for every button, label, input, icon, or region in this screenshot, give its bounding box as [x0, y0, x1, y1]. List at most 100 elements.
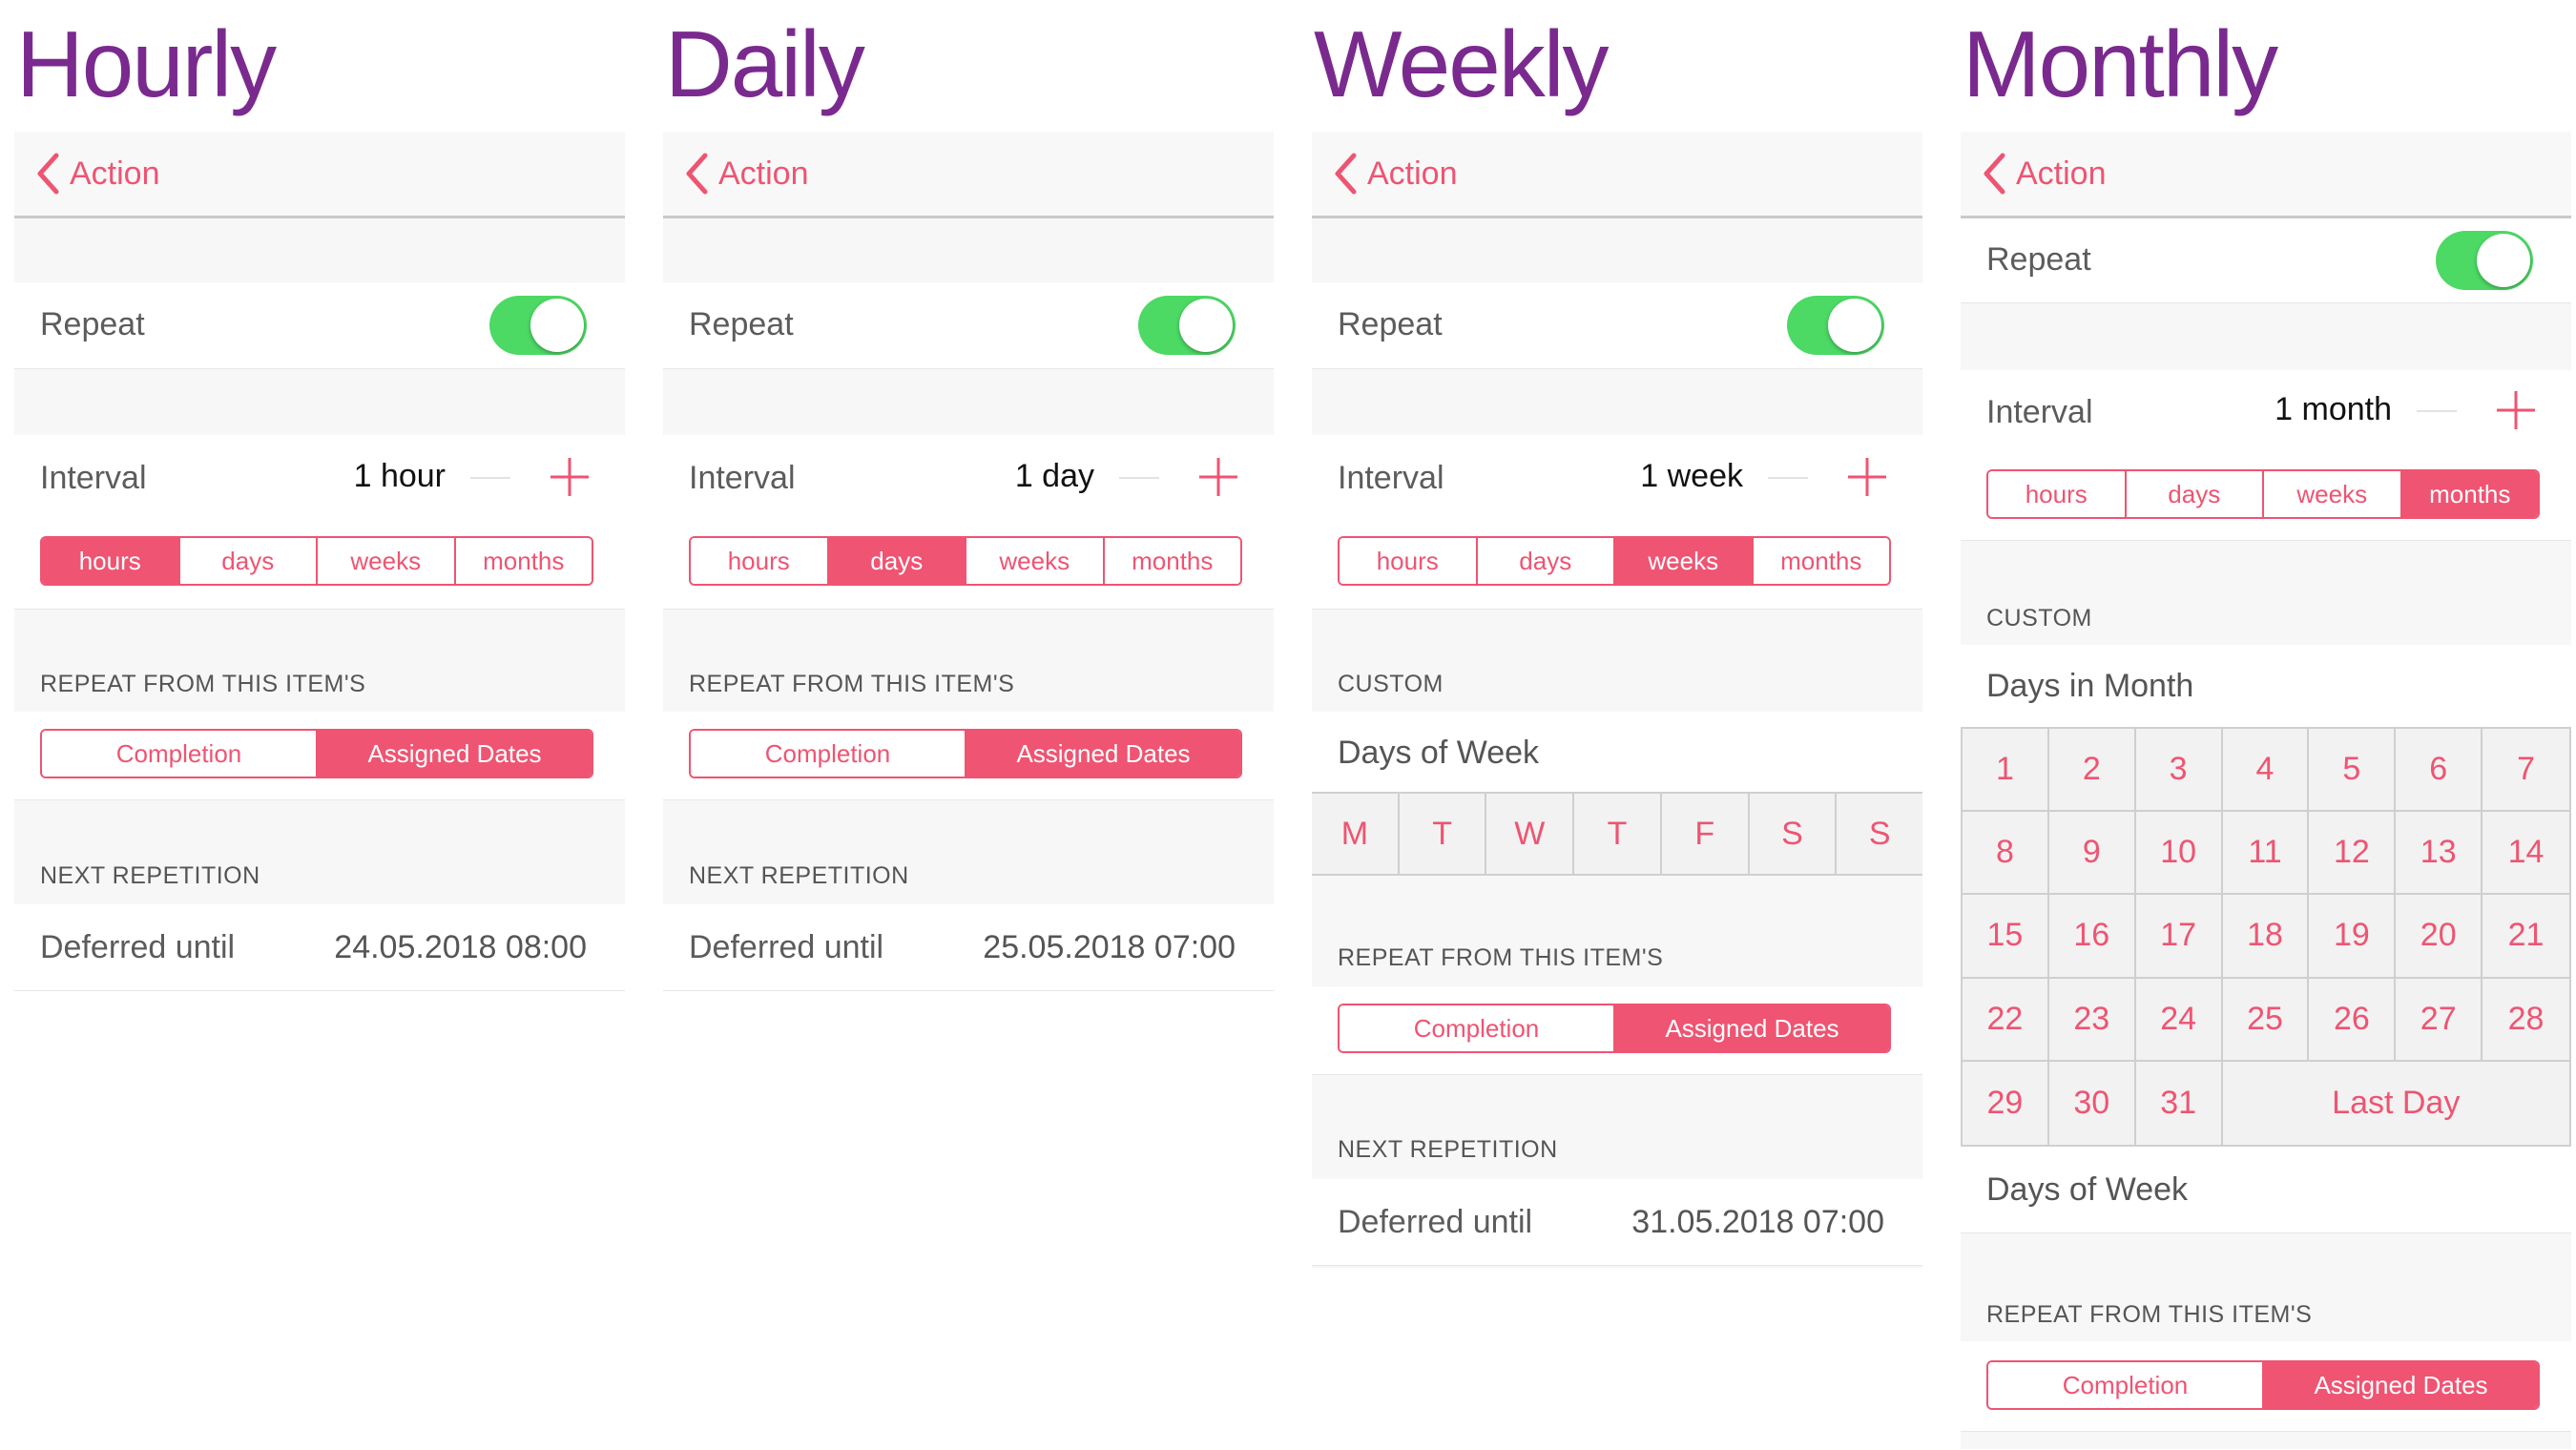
segment-hours[interactable]: hours — [1340, 538, 1476, 584]
segment-assigned-dates[interactable]: Assigned Dates — [316, 731, 592, 777]
month-day-22[interactable]: 22 — [1963, 978, 2049, 1062]
chevron-left-icon — [1335, 153, 1357, 195]
day-sunday[interactable]: S — [1835, 794, 1922, 874]
plus-icon[interactable] — [547, 454, 592, 500]
segment-weeks[interactable]: weeks — [965, 538, 1103, 584]
month-day-26[interactable]: 26 — [2309, 978, 2397, 1062]
unit-segmented-control: hours days weeks months — [1338, 536, 1891, 586]
month-day-17[interactable]: 17 — [2135, 895, 2223, 979]
day-tuesday[interactable]: T — [1397, 794, 1485, 874]
segment-days[interactable]: days — [826, 538, 965, 584]
segment-hours[interactable]: hours — [42, 538, 178, 584]
month-day-3[interactable]: 3 — [2135, 729, 2223, 813]
month-day-20[interactable]: 20 — [2396, 895, 2483, 979]
segment-assigned-dates[interactable]: Assigned Dates — [1613, 1005, 1889, 1051]
month-day-31[interactable]: 31 — [2136, 1061, 2223, 1145]
segment-months[interactable]: months — [1102, 538, 1240, 584]
chevron-left-icon — [37, 153, 59, 195]
month-day-9[interactable]: 9 — [2048, 812, 2136, 896]
day-wednesday[interactable]: W — [1485, 794, 1572, 874]
stepper-minus[interactable] — [1768, 477, 1808, 479]
plus-icon[interactable] — [2493, 387, 2539, 433]
segment-completion[interactable]: Completion — [1988, 1362, 2262, 1408]
segment-hours[interactable]: hours — [691, 538, 827, 584]
repeat-toggle[interactable] — [1138, 296, 1236, 355]
month-day-25[interactable]: 25 — [2222, 978, 2310, 1062]
month-day-27[interactable]: 27 — [2396, 978, 2483, 1062]
month-day-28[interactable]: 28 — [2483, 979, 2569, 1062]
month-day-29[interactable]: 29 — [1963, 1061, 2049, 1145]
panel-heading: Monthly — [1963, 11, 2278, 116]
month-day-4[interactable]: 4 — [2222, 729, 2310, 813]
month-day-5[interactable]: 5 — [2309, 729, 2397, 813]
month-day-1[interactable]: 1 — [1963, 729, 2049, 813]
repeat-label: Repeat — [40, 306, 145, 342]
day-thursday[interactable]: T — [1572, 794, 1660, 874]
segment-days[interactable]: days — [177, 538, 316, 584]
unit-segmented-control: hours days weeks months — [1986, 469, 2540, 519]
next-repetition-header: NEXT REPETITION — [689, 862, 909, 889]
month-day-12[interactable]: 12 — [2309, 812, 2397, 896]
stepper-minus[interactable] — [1119, 477, 1159, 479]
repeat-toggle[interactable] — [1787, 296, 1884, 355]
segment-assigned-dates[interactable]: Assigned Dates — [965, 731, 1240, 777]
back-label: Action — [1367, 155, 1458, 192]
back-button[interactable]: Action — [1982, 132, 2107, 216]
segment-months[interactable]: months — [453, 538, 592, 584]
panel-heading: Hourly — [16, 11, 277, 116]
segment-months[interactable]: months — [2399, 471, 2538, 517]
month-day-30[interactable]: 30 — [2049, 1061, 2136, 1145]
segment-completion[interactable]: Completion — [1340, 1005, 1613, 1051]
day-saturday[interactable]: S — [1747, 794, 1836, 874]
unit-row: hours days weeks months — [14, 519, 625, 610]
month-day-19[interactable]: 19 — [2309, 895, 2397, 979]
segment-hours[interactable]: hours — [1988, 471, 2125, 517]
navigation-bar: Action — [1961, 132, 2571, 218]
segment-weeks[interactable]: weeks — [316, 538, 454, 584]
repeat-from-row: Completion Assigned Dates — [1961, 1341, 2571, 1432]
deferred-value: 25.05.2018 07:00 — [983, 929, 1236, 965]
segment-weeks[interactable]: weeks — [2262, 471, 2400, 517]
interval-label: Interval — [689, 460, 796, 496]
toggle-knob — [1179, 299, 1233, 352]
month-day-10[interactable]: 10 — [2135, 812, 2223, 896]
month-day-7[interactable]: 7 — [2483, 729, 2569, 813]
month-day-6[interactable]: 6 — [2396, 729, 2483, 813]
toggle-knob — [1828, 299, 1881, 352]
days-in-month-picker: 1 2 3 4 5 6 7 8 9 10 11 12 13 14 15 16 1… — [1961, 727, 2571, 1147]
segment-completion[interactable]: Completion — [691, 731, 965, 777]
month-day-24[interactable]: 24 — [2135, 978, 2223, 1062]
repeat-toggle[interactable] — [489, 296, 587, 355]
repeat-toggle[interactable] — [2436, 231, 2533, 290]
month-day-13[interactable]: 13 — [2396, 812, 2483, 896]
month-day-18[interactable]: 18 — [2222, 895, 2310, 979]
back-button[interactable]: Action — [35, 132, 160, 216]
back-button[interactable]: Action — [684, 132, 809, 216]
segment-assigned-dates[interactable]: Assigned Dates — [2262, 1362, 2538, 1408]
plus-icon[interactable] — [1844, 454, 1890, 500]
plus-icon[interactable] — [1195, 454, 1241, 500]
back-button[interactable]: Action — [1333, 132, 1458, 216]
days-in-month-label: Days in Month — [1986, 668, 2194, 704]
interval-value: 1 day — [1014, 458, 1094, 494]
stepper-minus[interactable] — [2417, 410, 2457, 412]
last-day-cell[interactable]: Last Day — [2223, 1062, 2569, 1145]
interval-value: 1 hour — [353, 458, 446, 494]
month-day-14[interactable]: 14 — [2483, 812, 2569, 896]
month-day-15[interactable]: 15 — [1963, 895, 2049, 979]
segment-weeks[interactable]: weeks — [1613, 538, 1752, 584]
month-day-16[interactable]: 16 — [2048, 895, 2136, 979]
segment-completion[interactable]: Completion — [42, 731, 316, 777]
month-day-2[interactable]: 2 — [2048, 729, 2136, 813]
day-friday[interactable]: F — [1659, 794, 1748, 874]
days-of-week-label: Days of Week — [1338, 735, 1540, 771]
month-day-23[interactable]: 23 — [2048, 978, 2136, 1062]
stepper-minus[interactable] — [470, 477, 510, 479]
month-day-21[interactable]: 21 — [2483, 895, 2569, 979]
day-monday[interactable]: M — [1312, 794, 1398, 874]
month-day-11[interactable]: 11 — [2222, 812, 2310, 896]
segment-days[interactable]: days — [2124, 471, 2262, 517]
segment-months[interactable]: months — [1751, 538, 1889, 584]
segment-days[interactable]: days — [1475, 538, 1613, 584]
month-day-8[interactable]: 8 — [1963, 812, 2049, 896]
